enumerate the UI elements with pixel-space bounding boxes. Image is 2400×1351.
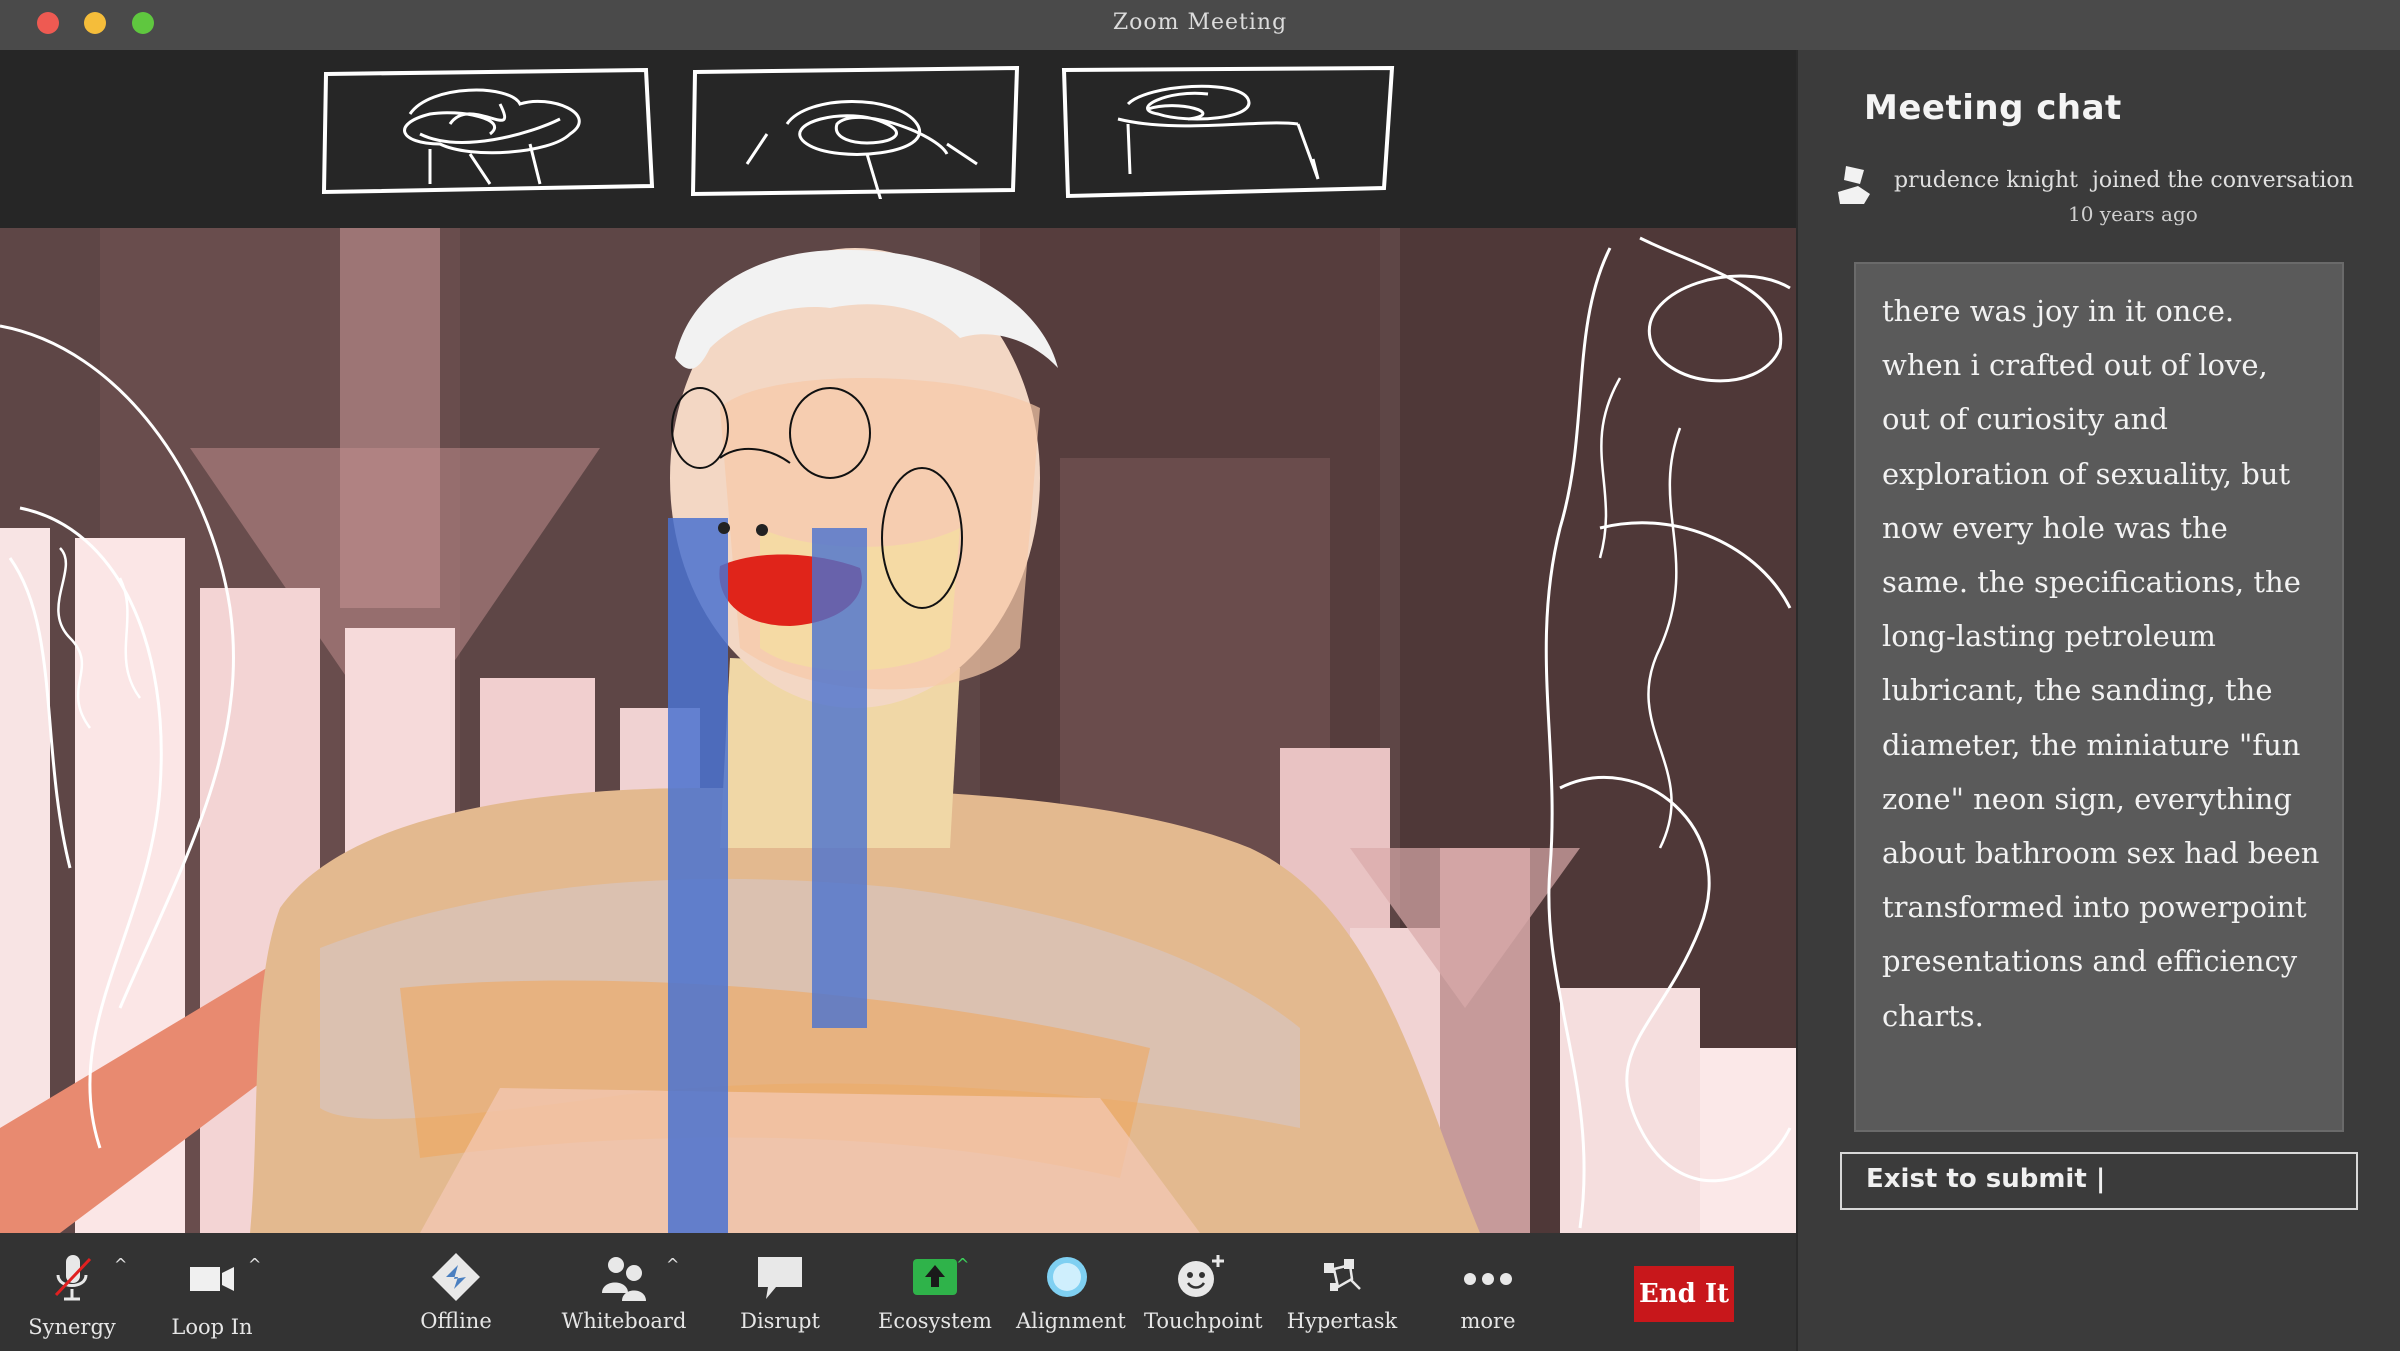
participant-thumbnail[interactable] (687, 64, 1025, 205)
end-meeting-button[interactable]: End It (1634, 1266, 1734, 1322)
meeting-toolbar: Synergy ^ Loop In ^ Offline Whiteboard ^ (0, 1233, 1796, 1351)
window-title: Zoom Meeting (1112, 10, 1288, 35)
whiteboard-caret-icon[interactable]: ^ (666, 1255, 679, 1274)
hypertask-button[interactable]: Hypertask (1278, 1233, 1406, 1351)
touchpoint-label: Touchpoint (1144, 1309, 1263, 1333)
synergy-label: Synergy (28, 1315, 116, 1339)
whiteboard-button[interactable]: Whiteboard (556, 1233, 692, 1351)
message-line: exploration of sexuality, but (1882, 456, 2291, 491)
chat-message-bubble: there was joy in it once. when i crafted… (1854, 262, 2344, 1132)
disrupt-label: Disrupt (740, 1309, 820, 1333)
message-line: diameter, the miniature "fun (1882, 727, 2301, 762)
loop-in-button[interactable]: Loop In (160, 1233, 264, 1351)
offline-label: Offline (420, 1309, 492, 1333)
join-username: prudence knight (1894, 168, 2079, 193)
participants-icon (602, 1257, 646, 1301)
synergy-button[interactable]: Synergy (20, 1233, 124, 1351)
user-avatar-icon (1838, 166, 1870, 204)
title-bar: Zoom Meeting (0, 0, 2400, 51)
whiteboard-label: Whiteboard (561, 1309, 687, 1333)
alignment-button[interactable]: Alignment (1016, 1233, 1126, 1351)
main-video-feed (0, 228, 1796, 1233)
share-screen-icon (913, 1259, 957, 1295)
message-line: out of curiosity and (1882, 402, 2168, 437)
chat-message-text: there was joy in it once. when i crafted… (1882, 284, 2322, 1043)
diamond-icon (432, 1253, 480, 1301)
message-line: presentations and efficiency (1882, 944, 2298, 979)
message-line: there was joy in it once. (1882, 294, 2235, 328)
disrupt-button[interactable]: Disrupt (730, 1233, 830, 1351)
loop-in-label: Loop In (171, 1315, 253, 1339)
ellipsis-icon (1464, 1273, 1512, 1285)
video-stage (0, 50, 1796, 1233)
message-line: lubricant, the sanding, the (1882, 673, 2273, 708)
loop-in-caret-icon[interactable]: ^ (248, 1255, 261, 1274)
chat-input-value: Exist to submit | (1866, 1164, 2106, 1194)
meeting-chat-panel: Meeting chat prudence knight joined the … (1796, 50, 2400, 1351)
participant-thumbnail[interactable] (1058, 64, 1396, 199)
ecosystem-button[interactable]: Ecosystem (872, 1233, 998, 1351)
message-line: transformed into powerpoint (1882, 890, 2307, 925)
participant-painting (0, 228, 1796, 1233)
participant-thumbnail[interactable] (320, 64, 658, 199)
message-line: charts. (1882, 998, 1984, 1033)
hypertask-label: Hypertask (1286, 1309, 1398, 1333)
message-line: when i crafted out of love, (1882, 348, 2268, 383)
speech-bubble-icon (758, 1257, 802, 1299)
synergy-caret-icon[interactable]: ^ (114, 1255, 127, 1274)
apps-icon (1324, 1259, 1361, 1291)
message-line: long-lasting petroleum (1882, 619, 2216, 654)
more-label: more (1460, 1309, 1516, 1333)
record-icon (1047, 1257, 1087, 1297)
join-timestamp: 10 years ago (2068, 202, 2198, 226)
alignment-label: Alignment (1016, 1309, 1126, 1333)
scribble-thumbnail-icon (321, 67, 655, 195)
join-action: joined the conversation (2092, 168, 2354, 193)
offline-button[interactable]: Offline (406, 1233, 506, 1351)
ecosystem-caret-icon[interactable]: ^ (956, 1255, 969, 1274)
more-button[interactable]: more (1438, 1233, 1538, 1351)
scribble-thumbnail-icon (690, 65, 1020, 205)
message-line: zone" neon sign, everything (1882, 781, 2292, 816)
message-line: same. the specifications, the (1882, 565, 2301, 600)
join-text: prudence knight joined the conversation (1894, 168, 2354, 193)
smiley-plus-icon (1178, 1255, 1224, 1297)
participant-thumbnail-strip (0, 50, 1796, 228)
message-line: about bathroom sex had been (1882, 836, 2320, 871)
message-line: now every hole was the (1882, 510, 2228, 545)
video-camera-icon (190, 1267, 234, 1291)
touchpoint-button[interactable]: Touchpoint (1144, 1233, 1263, 1351)
chat-input-field[interactable]: Exist to submit | (1840, 1152, 2358, 1210)
chat-title: Meeting chat (1864, 88, 2122, 128)
scribble-thumbnail-icon (1061, 65, 1395, 199)
microphone-muted-icon (54, 1255, 92, 1301)
ecosystem-label: Ecosystem (878, 1309, 992, 1333)
